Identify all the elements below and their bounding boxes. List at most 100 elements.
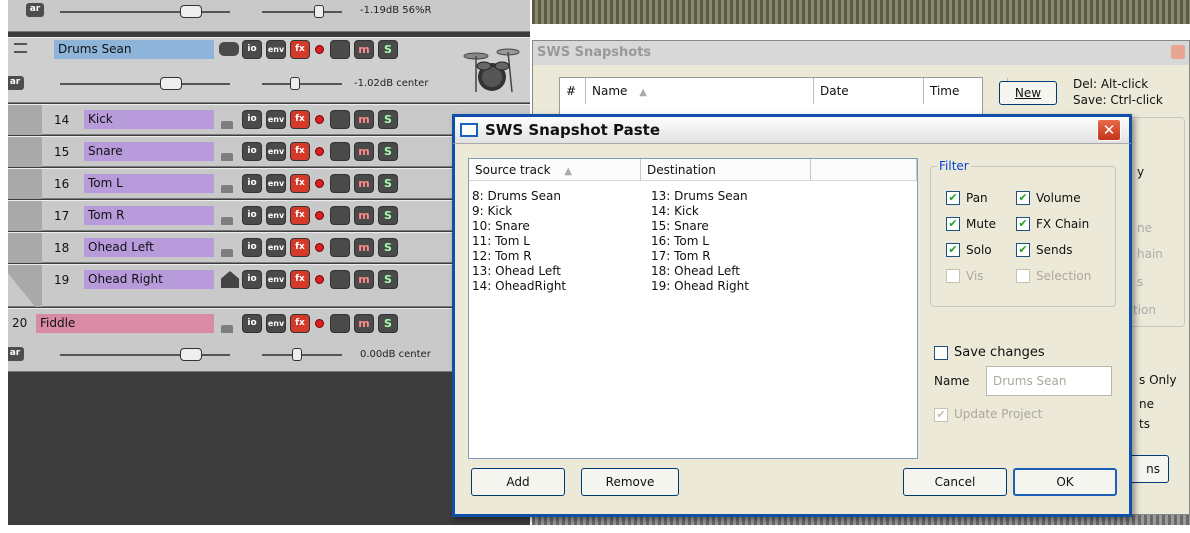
phase-button[interactable] xyxy=(330,270,350,289)
phase-button[interactable] xyxy=(330,142,350,161)
io-button[interactable]: io xyxy=(242,142,262,161)
record-arm-button[interactable] xyxy=(315,147,324,156)
phase-button[interactable] xyxy=(330,238,350,257)
column-date[interactable]: Date xyxy=(814,78,924,104)
pan-knob[interactable] xyxy=(292,348,302,361)
list-item[interactable]: 9: Kick 14: Kick xyxy=(469,204,909,219)
mute-button[interactable]: m xyxy=(354,174,374,193)
column-source-track[interactable]: Source track ▲ xyxy=(469,159,641,181)
snapshot-name-input[interactable]: Drums Sean xyxy=(986,366,1112,396)
track-name[interactable]: Drums Sean xyxy=(54,40,214,59)
automation-mode-button[interactable]: ar xyxy=(8,76,24,90)
envelope-button[interactable]: env xyxy=(266,206,286,225)
solo-button[interactable]: S xyxy=(378,174,398,193)
list-item[interactable]: 13: Ohead Left 18: Ohead Left xyxy=(469,264,909,279)
phase-button[interactable] xyxy=(330,314,350,333)
solo-button[interactable]: S xyxy=(378,110,398,129)
ok-button[interactable]: OK xyxy=(1013,468,1117,496)
envelope-button[interactable]: env xyxy=(266,40,286,59)
phase-button[interactable] xyxy=(330,174,350,193)
fx-chain-checkbox[interactable]: ✔ xyxy=(1016,217,1030,231)
list-item[interactable]: 8: Drums Sean 13: Drums Sean xyxy=(469,189,909,204)
list-item[interactable]: 10: Snare 15: Snare xyxy=(469,219,909,234)
add-button[interactable]: Add xyxy=(471,468,565,496)
io-button[interactable]: io xyxy=(242,40,262,59)
volume-checkbox[interactable]: ✔ xyxy=(1016,191,1030,205)
update-project-checkbox[interactable]: ✔ xyxy=(934,408,948,422)
fx-button[interactable]: fx xyxy=(290,314,310,333)
new-snapshot-button[interactable]: New xyxy=(999,81,1057,105)
mute-button[interactable]: m xyxy=(354,314,374,333)
mute-button[interactable]: m xyxy=(354,238,374,257)
envelope-button[interactable]: env xyxy=(266,238,286,257)
track-partial-top[interactable]: ar -1.19dB 56%R xyxy=(8,0,530,32)
volume-knob[interactable] xyxy=(160,77,182,90)
mute-button[interactable]: m xyxy=(354,270,374,289)
mute-button[interactable]: m xyxy=(354,142,374,161)
automation-mode-button[interactable]: ar xyxy=(8,347,24,361)
close-button[interactable]: ✕ xyxy=(1097,119,1121,141)
track-drums-sean[interactable]: Drums Sean io env fx m S ar -1.02dB cent… xyxy=(8,37,530,103)
vis-checkbox[interactable] xyxy=(946,269,960,283)
comment-icon[interactable] xyxy=(219,42,239,56)
record-arm-button[interactable] xyxy=(315,275,324,284)
track-name[interactable]: Fiddle xyxy=(36,314,214,333)
selection-checkbox[interactable] xyxy=(1016,269,1030,283)
io-button[interactable]: io xyxy=(242,174,262,193)
envelope-button[interactable]: env xyxy=(266,270,286,289)
column-name[interactable]: Name ▲ xyxy=(586,78,814,104)
fx-button[interactable]: fx xyxy=(290,238,310,257)
fx-button[interactable]: fx xyxy=(290,110,310,129)
volume-knob[interactable] xyxy=(180,5,202,18)
fx-button[interactable]: fx xyxy=(290,206,310,225)
envelope-button[interactable]: env xyxy=(266,142,286,161)
pan-slider[interactable] xyxy=(262,11,342,13)
volume-slider[interactable] xyxy=(60,83,230,85)
mute-checkbox[interactable]: ✔ xyxy=(946,217,960,231)
folder-end-icon[interactable] xyxy=(221,271,239,288)
envelope-button[interactable]: env xyxy=(266,174,286,193)
pan-slider[interactable] xyxy=(262,354,342,356)
phase-button[interactable] xyxy=(330,206,350,225)
sends-checkbox[interactable]: ✔ xyxy=(1016,243,1030,257)
column-time[interactable]: Time xyxy=(924,78,1008,104)
record-arm-button[interactable] xyxy=(315,179,324,188)
envelope-button[interactable]: env xyxy=(266,110,286,129)
io-button[interactable]: io xyxy=(242,270,262,289)
column-number[interactable]: # xyxy=(560,78,586,104)
column-destination[interactable]: Destination xyxy=(641,159,811,181)
track-name[interactable]: Kick xyxy=(84,110,214,129)
pan-slider[interactable] xyxy=(262,83,342,85)
phase-button[interactable] xyxy=(330,110,350,129)
solo-checkbox[interactable]: ✔ xyxy=(946,243,960,257)
solo-button[interactable]: S xyxy=(378,238,398,257)
fx-button[interactable]: fx xyxy=(290,40,310,59)
volume-knob[interactable] xyxy=(180,348,202,361)
fx-button[interactable]: fx xyxy=(290,142,310,161)
remove-button[interactable]: Remove xyxy=(581,468,679,496)
solo-button[interactable]: S xyxy=(378,270,398,289)
list-item[interactable]: 14: OheadRight 19: Ohead Right xyxy=(469,279,909,294)
mute-button[interactable]: m xyxy=(354,206,374,225)
mute-button[interactable]: m xyxy=(354,110,374,129)
record-arm-button[interactable] xyxy=(315,45,324,54)
fx-button[interactable]: fx xyxy=(290,174,310,193)
solo-button[interactable]: S xyxy=(378,142,398,161)
pan-knob[interactable] xyxy=(290,77,300,90)
track-name[interactable]: Ohead Left xyxy=(84,238,214,257)
fx-button[interactable]: fx xyxy=(290,270,310,289)
cancel-button[interactable]: Cancel xyxy=(903,468,1007,496)
record-arm-button[interactable] xyxy=(315,243,324,252)
save-changes-checkbox[interactable] xyxy=(934,346,948,360)
record-arm-button[interactable] xyxy=(315,115,324,124)
list-item[interactable]: 11: Tom L 16: Tom L xyxy=(469,234,909,249)
solo-button[interactable]: S xyxy=(378,314,398,333)
pan-knob[interactable] xyxy=(314,5,324,18)
solo-button[interactable]: S xyxy=(378,206,398,225)
volume-slider[interactable] xyxy=(60,354,230,356)
record-arm-button[interactable] xyxy=(315,319,324,328)
list-item[interactable]: 12: Tom R 17: Tom R xyxy=(469,249,909,264)
dialog-title-bar[interactable]: SWS Snapshot Paste ✕ xyxy=(452,114,1132,144)
mute-button[interactable]: m xyxy=(354,40,374,59)
track-name[interactable]: Snare xyxy=(84,142,214,161)
